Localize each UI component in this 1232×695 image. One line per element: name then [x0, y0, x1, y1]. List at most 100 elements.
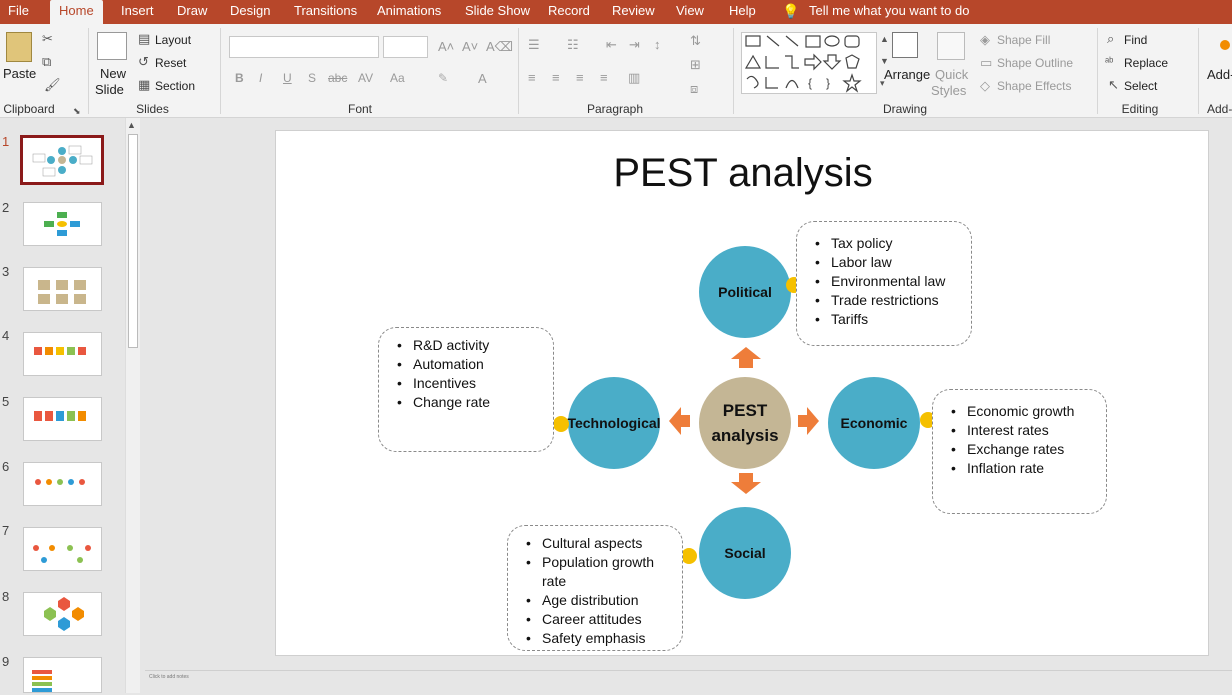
technological-circle[interactable]: Technological: [567, 377, 661, 469]
slide-number: 7: [2, 523, 10, 538]
replace-button[interactable]: Replace: [1124, 56, 1168, 70]
shadow-button[interactable]: S: [308, 71, 316, 85]
columns-icon[interactable]: ▥: [628, 71, 640, 85]
cut-icon[interactable]: ✂: [42, 32, 53, 46]
social-circle[interactable]: Social: [699, 507, 791, 599]
quick-styles-label-2[interactable]: Styles: [931, 83, 966, 98]
shape-effects-icon: ◇: [980, 78, 990, 93]
reset-button[interactable]: Reset: [155, 56, 186, 70]
quick-styles-label-1[interactable]: Quick: [935, 67, 968, 82]
increase-font-icon[interactable]: A˄: [438, 40, 454, 54]
smartart-icon[interactable]: ⧈: [690, 82, 698, 96]
strikethrough-button[interactable]: abc: [328, 71, 347, 85]
numbering-icon[interactable]: ☷: [567, 38, 579, 52]
shape-fill-button[interactable]: Shape Fill: [997, 33, 1050, 47]
tab-design[interactable]: Design: [230, 0, 270, 24]
addins-icon[interactable]: [1220, 40, 1230, 50]
slide-thumbnail-9[interactable]: [23, 657, 102, 693]
slide-thumbnail-5[interactable]: [23, 397, 102, 441]
increase-indent-icon[interactable]: ⇥: [629, 38, 640, 52]
list-item: R&D activity: [395, 336, 543, 355]
divider: [88, 28, 89, 114]
quick-styles-icon[interactable]: [937, 32, 965, 60]
divider: [733, 28, 734, 114]
clear-format-icon[interactable]: A⌫: [486, 40, 513, 54]
economic-circle[interactable]: Economic: [828, 377, 920, 469]
center-circle[interactable]: PEST analysis: [699, 377, 791, 469]
tab-home[interactable]: Home: [50, 0, 103, 24]
economic-list[interactable]: Economic growth Interest rates Exchange …: [932, 389, 1107, 514]
text-direction-icon[interactable]: ⇅: [690, 34, 701, 48]
font-size-select[interactable]: [383, 36, 428, 58]
new-slide-label-1[interactable]: New: [100, 66, 126, 81]
arrange-icon[interactable]: [892, 32, 918, 58]
political-list[interactable]: Tax policy Labor law Environmental law T…: [796, 221, 972, 346]
addins-button[interactable]: Add-: [1207, 67, 1232, 82]
political-circle[interactable]: Political: [699, 246, 791, 338]
technological-list[interactable]: R&D activity Automation Incentives Chang…: [378, 327, 554, 452]
tab-file[interactable]: File: [8, 0, 29, 24]
shapes-gallery[interactable]: { }: [741, 32, 877, 94]
slide-thumbnail-2[interactable]: [23, 202, 102, 246]
paste-icon[interactable]: [6, 32, 32, 62]
align-text-icon[interactable]: ⊞: [690, 58, 701, 72]
slide-thumbnail-3[interactable]: [23, 267, 102, 311]
dialog-launcher-icon[interactable]: ⬊: [73, 104, 81, 118]
section-button[interactable]: Section: [155, 79, 195, 93]
thumbnail-scrollbar[interactable]: ▲: [125, 118, 140, 693]
paste-button[interactable]: Paste: [3, 66, 36, 81]
tab-draw[interactable]: Draw: [177, 0, 207, 24]
new-slide-label-2[interactable]: Slide: [95, 82, 124, 97]
social-list[interactable]: Cultural aspects Population growth rate …: [507, 525, 683, 651]
layout-button[interactable]: Layout: [155, 33, 191, 47]
scroll-up-icon[interactable]: ▲: [127, 120, 136, 130]
slide-thumbnail-1[interactable]: [20, 135, 104, 185]
bold-button[interactable]: B: [235, 71, 244, 85]
slide-title[interactable]: PEST analysis: [276, 151, 1210, 196]
decrease-font-icon[interactable]: A˅: [462, 40, 478, 54]
find-button[interactable]: Find: [1124, 33, 1147, 47]
slide-thumbnail-8[interactable]: [23, 592, 102, 636]
justify-icon[interactable]: ≡: [600, 71, 608, 85]
arrange-button[interactable]: Arrange: [884, 67, 930, 82]
slide-thumbnail-6[interactable]: [23, 462, 102, 506]
tab-help[interactable]: Help: [729, 0, 756, 24]
gallery-down-icon[interactable]: ▼: [880, 54, 889, 68]
line-spacing-icon[interactable]: ↕: [654, 38, 661, 52]
bullets-icon[interactable]: ☰: [528, 38, 540, 52]
align-right-icon[interactable]: ≡: [576, 71, 584, 85]
copy-icon[interactable]: ⧉: [42, 55, 51, 69]
highlight-button[interactable]: ✎: [438, 71, 448, 85]
format-painter-icon[interactable]: 🖌: [44, 78, 61, 92]
notes-placeholder[interactable]: Click to add notes: [149, 674, 189, 680]
tab-animations[interactable]: Animations: [377, 0, 441, 24]
shape-outline-button[interactable]: Shape Outline: [997, 56, 1073, 70]
change-case-button[interactable]: Aa: [390, 71, 405, 85]
align-left-icon[interactable]: ≡: [528, 71, 536, 85]
slide-number: 4: [2, 328, 10, 343]
font-family-select[interactable]: [229, 36, 379, 58]
tab-record[interactable]: Record: [548, 0, 590, 24]
gallery-up-icon[interactable]: ▲: [880, 32, 889, 46]
align-center-icon[interactable]: ≡: [552, 71, 560, 85]
char-spacing-button[interactable]: AV: [358, 71, 373, 85]
shape-effects-button[interactable]: Shape Effects: [997, 79, 1072, 93]
scrollbar-thumb[interactable]: [128, 134, 138, 348]
new-slide-icon[interactable]: [97, 32, 127, 60]
underline-button[interactable]: U: [283, 71, 292, 85]
slide-thumbnail-4[interactable]: [23, 332, 102, 376]
tell-me-search[interactable]: Tell me what you want to do: [809, 0, 969, 24]
font-color-button[interactable]: A: [478, 71, 487, 86]
tab-slide-show[interactable]: Slide Show: [465, 0, 530, 24]
tab-insert[interactable]: Insert: [121, 0, 154, 24]
select-button[interactable]: Select: [1124, 79, 1157, 93]
tab-transitions[interactable]: Transitions: [294, 0, 357, 24]
slide-canvas[interactable]: PEST analysis Political Economic Social …: [275, 130, 1209, 656]
decrease-indent-icon[interactable]: ⇤: [606, 38, 617, 52]
tab-review[interactable]: Review: [612, 0, 655, 24]
italic-button[interactable]: I: [259, 71, 262, 85]
thumbnail-preview: [32, 145, 93, 177]
tab-view[interactable]: View: [676, 0, 704, 24]
slide-thumbnail-7[interactable]: [23, 527, 102, 571]
ribbon: Paste ✂ ⧉ 🖌 Clipboard ⬊ New Slide ▤ Layo…: [0, 24, 1232, 118]
